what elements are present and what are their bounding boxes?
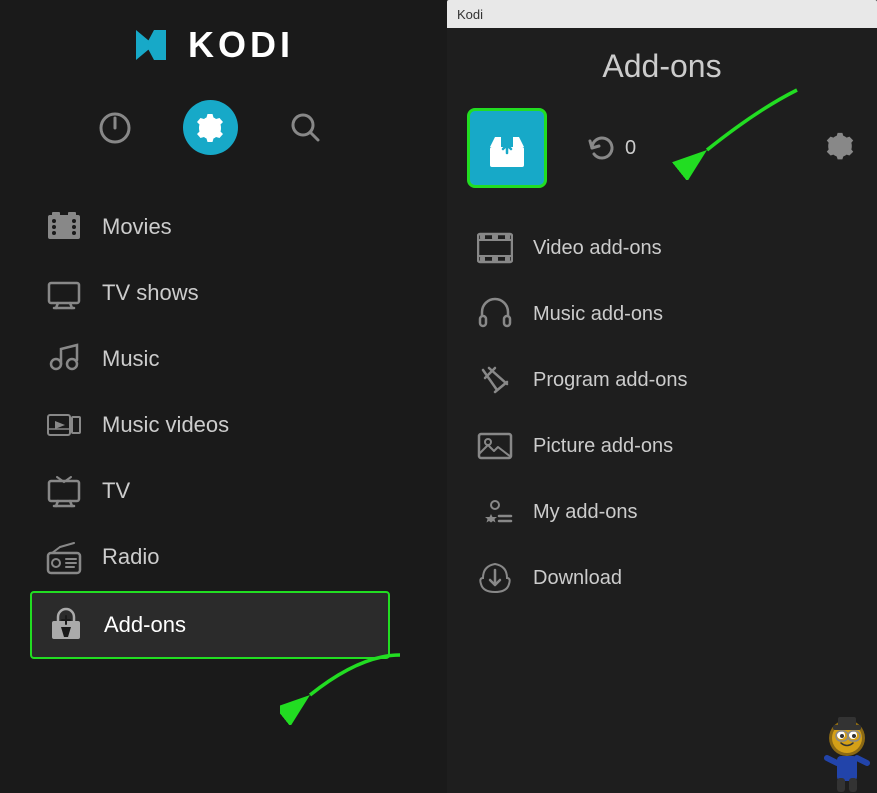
mascot-icon xyxy=(797,713,877,793)
refresh-count: 0 xyxy=(625,137,636,160)
kodi-header: KODI xyxy=(30,20,390,70)
addons-icon xyxy=(48,607,84,643)
radio-label: Radio xyxy=(102,544,159,570)
program-addons-label: Program add-ons xyxy=(533,369,688,392)
search-icon xyxy=(288,110,324,146)
addons-heading: Add-ons xyxy=(447,28,877,100)
nav-icons xyxy=(30,100,390,155)
music-icon xyxy=(46,341,82,377)
addons-toolbar: 0 xyxy=(447,100,877,208)
addon-item-download[interactable]: Download xyxy=(467,548,857,608)
sidebar-item-music[interactable]: Music xyxy=(30,327,390,391)
power-icon xyxy=(97,110,133,146)
headphones-icon xyxy=(477,296,513,332)
sidebar-item-tv[interactable]: TV xyxy=(30,459,390,523)
sidebar-item-tvshows[interactable]: TV shows xyxy=(30,261,390,325)
refresh-icon xyxy=(587,133,617,163)
radio-icon xyxy=(46,539,82,575)
refresh-section: 0 xyxy=(587,133,636,163)
musicvideos-label: Music videos xyxy=(102,412,229,438)
character-mascot xyxy=(797,713,877,793)
movies-icon xyxy=(46,209,82,245)
addon-item-my[interactable]: My add-ons xyxy=(467,482,857,542)
kodi-title: KODI xyxy=(188,24,294,66)
tv-label: TV xyxy=(102,478,130,504)
tvshows-icon xyxy=(46,275,82,311)
tvshows-label: TV shows xyxy=(102,280,199,306)
search-button[interactable] xyxy=(288,110,324,146)
sidebar-item-movies[interactable]: Movies xyxy=(30,195,390,259)
addon-item-program[interactable]: Program add-ons xyxy=(467,350,857,410)
addons-label: Add-ons xyxy=(104,612,186,638)
left-panel: KODI xyxy=(0,0,420,793)
sidebar-item-musicvideos[interactable]: Music videos xyxy=(30,393,390,457)
power-button[interactable] xyxy=(97,110,133,146)
open-box-icon xyxy=(482,123,532,173)
picture-icon xyxy=(477,428,513,464)
settings-button[interactable] xyxy=(183,100,238,155)
my-addons-label: My add-ons xyxy=(533,501,638,524)
musicvideos-icon xyxy=(46,407,82,443)
picture-addons-label: Picture add-ons xyxy=(533,435,673,458)
music-addons-label: Music add-ons xyxy=(533,303,663,326)
sidebar-item-radio[interactable]: Radio xyxy=(30,525,390,589)
my-addons-icon xyxy=(477,494,513,530)
addon-item-picture[interactable]: Picture add-ons xyxy=(467,416,857,476)
video-addons-label: Video add-ons xyxy=(533,237,662,260)
install-from-zip-button[interactable] xyxy=(467,108,547,188)
addon-settings-icon[interactable] xyxy=(823,131,857,165)
window-titlebar: Kodi xyxy=(447,0,877,28)
download-icon xyxy=(477,560,513,596)
right-panel: Kodi Add-ons 0 xyxy=(447,0,877,793)
menu-items: Movies TV shows Music xyxy=(30,195,390,659)
addons-list: Video add-ons Music add-ons Program add-… xyxy=(447,208,877,793)
settings-gear-icon xyxy=(194,112,226,144)
program-icon xyxy=(477,362,513,398)
kodi-logo-icon xyxy=(126,20,176,70)
music-label: Music xyxy=(102,346,159,372)
addon-item-music[interactable]: Music add-ons xyxy=(467,284,857,344)
film-icon xyxy=(477,230,513,266)
movies-label: Movies xyxy=(102,214,172,240)
settings-circle xyxy=(183,100,238,155)
download-label: Download xyxy=(533,567,622,590)
sidebar-item-addons[interactable]: Add-ons xyxy=(30,591,390,659)
tv-icon xyxy=(46,473,82,509)
addon-item-video[interactable]: Video add-ons xyxy=(467,218,857,278)
window-title: Kodi xyxy=(457,7,483,22)
